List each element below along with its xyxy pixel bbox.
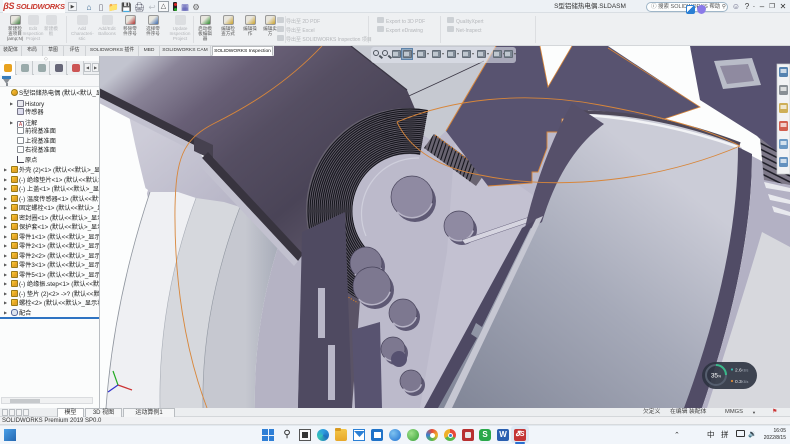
svg-text:35%: 35% <box>711 373 721 380</box>
